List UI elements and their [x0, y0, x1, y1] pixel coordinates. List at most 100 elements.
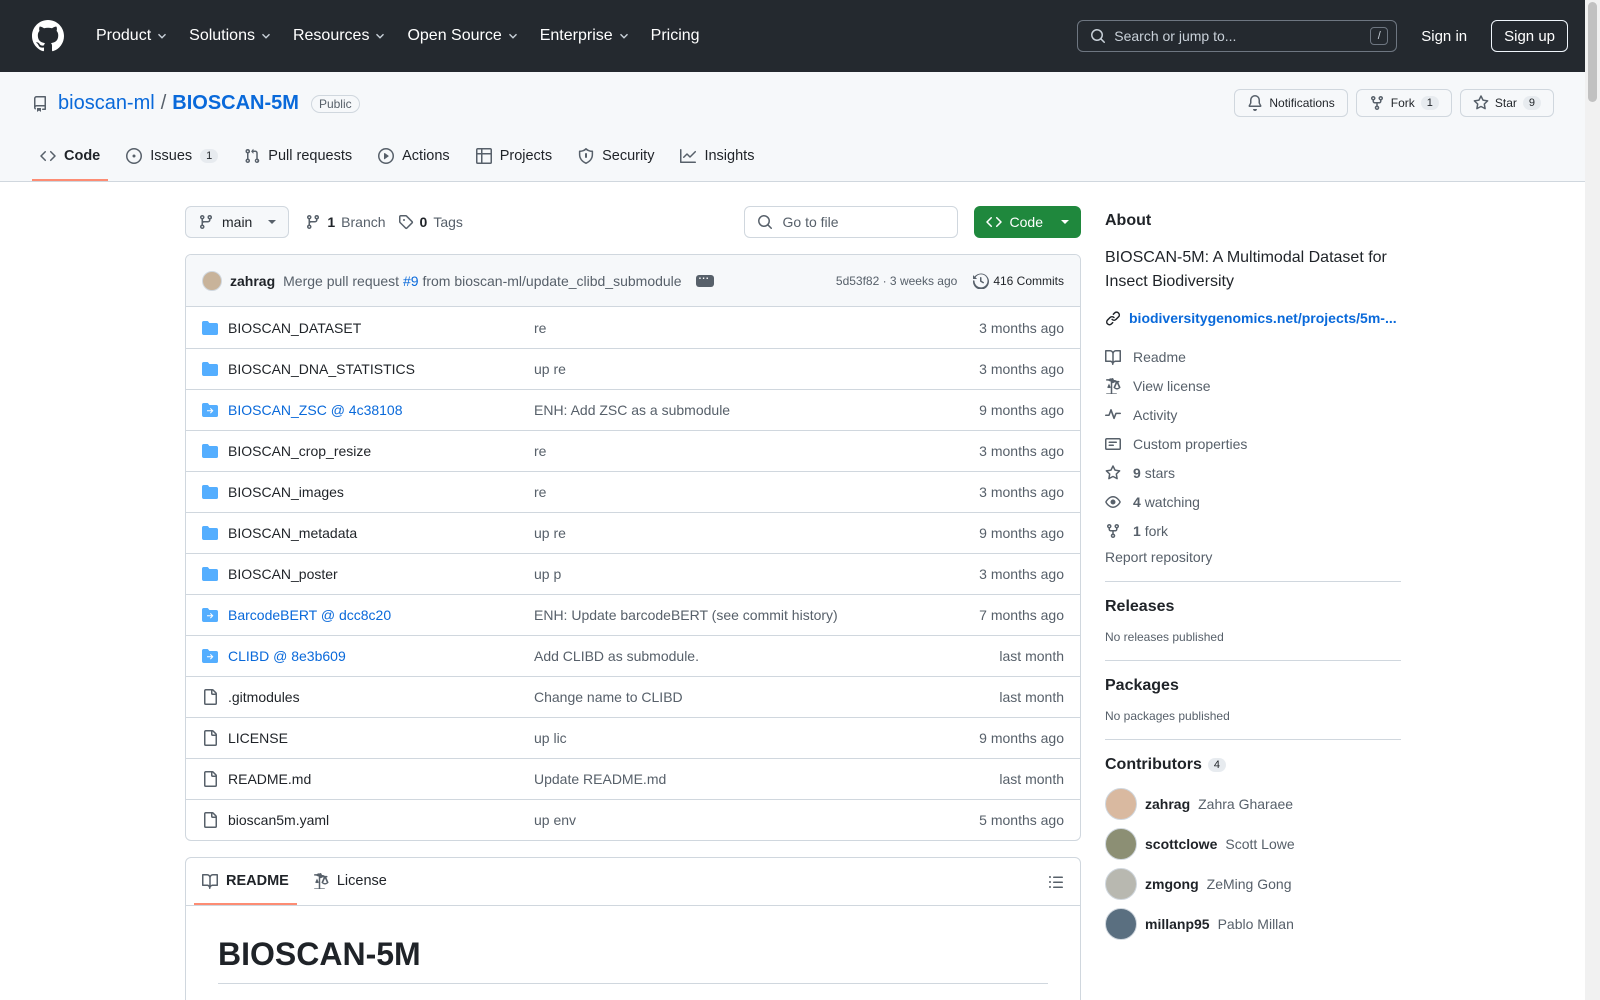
- contributor-item[interactable]: zmgong ZeMing Gong: [1105, 864, 1401, 904]
- file-name-link[interactable]: BarcodeBERT @ dcc8c20: [202, 607, 534, 623]
- tab-license[interactable]: License: [305, 858, 395, 905]
- readme-link[interactable]: Readme: [1105, 342, 1401, 371]
- releases-title[interactable]: Releases: [1105, 598, 1401, 616]
- table-row[interactable]: BIOSCAN_DNA_STATISTICS up re 3 months ago: [186, 348, 1080, 389]
- commit-author-link[interactable]: zahrag: [230, 273, 275, 289]
- nav-enterprise[interactable]: Enterprise: [530, 20, 641, 52]
- fork-button[interactable]: Fork 1: [1355, 89, 1452, 117]
- file-commit-message[interactable]: up p: [534, 566, 979, 582]
- tab-projects[interactable]: Projects: [468, 133, 560, 181]
- table-row[interactable]: README.md Update README.md last month: [186, 758, 1080, 799]
- tab-pull-requests[interactable]: Pull requests: [236, 133, 360, 181]
- table-row[interactable]: BIOSCAN_metadata up re 9 months ago: [186, 512, 1080, 553]
- contributor-item[interactable]: zahrag Zahra Gharaee: [1105, 784, 1401, 824]
- file-commit-message[interactable]: ENH: Update barcodeBERT (see commit hist…: [534, 607, 979, 623]
- file-name-link[interactable]: LICENSE: [202, 730, 534, 746]
- table-row[interactable]: LICENSE up lic 9 months ago: [186, 717, 1080, 758]
- file-commit-message[interactable]: Update README.md: [534, 771, 999, 787]
- file-name-link[interactable]: BIOSCAN_metadata: [202, 525, 534, 541]
- contributor-item[interactable]: scottclowe Scott Lowe: [1105, 824, 1401, 864]
- contributors-title[interactable]: Contributors 4: [1105, 756, 1401, 774]
- tab-issues[interactable]: Issues 1: [118, 133, 226, 181]
- table-row[interactable]: BIOSCAN_ZSC @ 4c38108 ENH: Add ZSC as a s…: [186, 389, 1080, 430]
- avatar[interactable]: [1105, 828, 1137, 860]
- nav-resources[interactable]: Resources: [283, 20, 397, 52]
- table-row[interactable]: BIOSCAN_DATASET re 3 months ago: [186, 307, 1080, 348]
- nav-open-source[interactable]: Open Source: [397, 20, 529, 52]
- report-repository-link[interactable]: Report repository: [1105, 549, 1401, 565]
- ellipsis-icon[interactable]: [695, 269, 714, 287]
- watching-link[interactable]: 4 watching: [1105, 487, 1401, 516]
- file-commit-message[interactable]: ENH: Add ZSC as a submodule: [534, 402, 979, 418]
- contributor-login[interactable]: zahrag: [1145, 796, 1190, 812]
- file-name-link[interactable]: CLIBD @ 8e3b609: [202, 648, 534, 664]
- nav-pricing[interactable]: Pricing: [641, 20, 710, 52]
- tags-link[interactable]: 0 Tags: [398, 214, 463, 230]
- table-row[interactable]: .gitmodules Change name to CLIBD last mont…: [186, 676, 1080, 717]
- branch-count-link[interactable]: 1 Branch: [305, 214, 386, 230]
- file-commit-message[interactable]: up lic: [534, 730, 979, 746]
- file-commit-message[interactable]: up env: [534, 812, 979, 828]
- file-name-link[interactable]: BIOSCAN_DNA_STATISTICS: [202, 361, 534, 377]
- branch-select[interactable]: main: [185, 206, 290, 238]
- tab-code[interactable]: Code: [32, 133, 109, 181]
- tab-actions[interactable]: Actions: [370, 133, 458, 181]
- table-row[interactable]: BIOSCAN_crop_resize re 3 months ago: [186, 430, 1080, 471]
- website-link[interactable]: biodiversitygenomics.net/projects/5m-...: [1105, 310, 1401, 326]
- commit-message-prefix[interactable]: Merge pull request: [283, 273, 399, 289]
- sign-up-button[interactable]: Sign up: [1491, 20, 1568, 52]
- file-name-link[interactable]: bioscan5m.yaml: [202, 812, 534, 828]
- table-row[interactable]: BIOSCAN_images re 3 months ago: [186, 471, 1080, 512]
- file-commit-message[interactable]: Add CLIBD as submodule.: [534, 648, 999, 664]
- file-name-link[interactable]: README.md: [202, 771, 534, 787]
- file-name-link[interactable]: BIOSCAN_crop_resize: [202, 443, 534, 459]
- notifications-button[interactable]: Notifications: [1234, 89, 1348, 117]
- file-commit-message[interactable]: up re: [534, 361, 979, 377]
- table-row[interactable]: BarcodeBERT @ dcc8c20 ENH: Update barcode…: [186, 594, 1080, 635]
- nav-solutions[interactable]: Solutions: [179, 20, 283, 52]
- file-name-link[interactable]: .gitmodules: [202, 689, 534, 705]
- file-commit-message[interactable]: Change name to CLIBD: [534, 689, 999, 705]
- code-dropdown-button[interactable]: Code: [973, 206, 1081, 238]
- sign-in-link[interactable]: Sign in: [1421, 28, 1467, 45]
- contributor-login[interactable]: scottclowe: [1145, 836, 1217, 852]
- repo-owner-link[interactable]: bioscan-ml: [58, 92, 155, 115]
- file-name-link[interactable]: BIOSCAN_images: [202, 484, 534, 500]
- custom-properties-link[interactable]: Custom properties: [1105, 429, 1401, 458]
- outline-icon[interactable]: [1048, 874, 1064, 890]
- contributor-item[interactable]: millanp95 Pablo Millan: [1105, 904, 1401, 944]
- commits-link[interactable]: 416 Commits: [973, 273, 1064, 289]
- file-name-link[interactable]: BIOSCAN_ZSC @ 4c38108: [202, 402, 534, 418]
- file-commit-message[interactable]: re: [534, 443, 979, 459]
- file-commit-message[interactable]: up re: [534, 525, 979, 541]
- search-input[interactable]: Search or jump to... /: [1077, 20, 1398, 52]
- avatar[interactable]: [1105, 788, 1137, 820]
- packages-title[interactable]: Packages: [1105, 677, 1401, 695]
- tab-readme[interactable]: README: [194, 858, 297, 905]
- license-link[interactable]: View license: [1105, 371, 1401, 400]
- contributor-login[interactable]: zmgong: [1145, 876, 1199, 892]
- table-row[interactable]: bioscan5m.yaml up env 5 months ago: [186, 799, 1080, 840]
- stars-link[interactable]: 9 stars: [1105, 458, 1401, 487]
- file-name-link[interactable]: BIOSCAN_DATASET: [202, 320, 534, 336]
- file-commit-message[interactable]: re: [534, 484, 979, 500]
- file-commit-message[interactable]: re: [534, 320, 979, 336]
- github-logo-icon[interactable]: [32, 20, 64, 52]
- go-to-file-input[interactable]: Go to file: [743, 206, 958, 238]
- commit-message-suffix[interactable]: from bioscan-ml/update_clibd_submodule: [422, 273, 681, 289]
- activity-link[interactable]: Activity: [1105, 400, 1401, 429]
- commit-hash-time[interactable]: 5d53f82 · 3 weeks ago: [836, 274, 957, 288]
- tab-insights[interactable]: Insights: [672, 133, 762, 181]
- table-row[interactable]: CLIBD @ 8e3b609 Add CLIBD as submodule. la…: [186, 635, 1080, 676]
- page-scrollbar[interactable]: [1585, 0, 1600, 1000]
- avatar[interactable]: [1105, 908, 1137, 940]
- scrollbar-thumb[interactable]: [1588, 2, 1597, 102]
- nav-product[interactable]: Product: [86, 20, 179, 52]
- star-button[interactable]: Star 9: [1459, 89, 1554, 117]
- contributor-login[interactable]: millanp95: [1145, 916, 1210, 932]
- file-name-link[interactable]: BIOSCAN_poster: [202, 566, 534, 582]
- commit-pr-link[interactable]: #9: [403, 273, 419, 289]
- table-row[interactable]: BIOSCAN_poster up p3 months ago: [186, 553, 1080, 594]
- avatar[interactable]: [1105, 868, 1137, 900]
- forks-link[interactable]: 1 fork: [1105, 516, 1401, 545]
